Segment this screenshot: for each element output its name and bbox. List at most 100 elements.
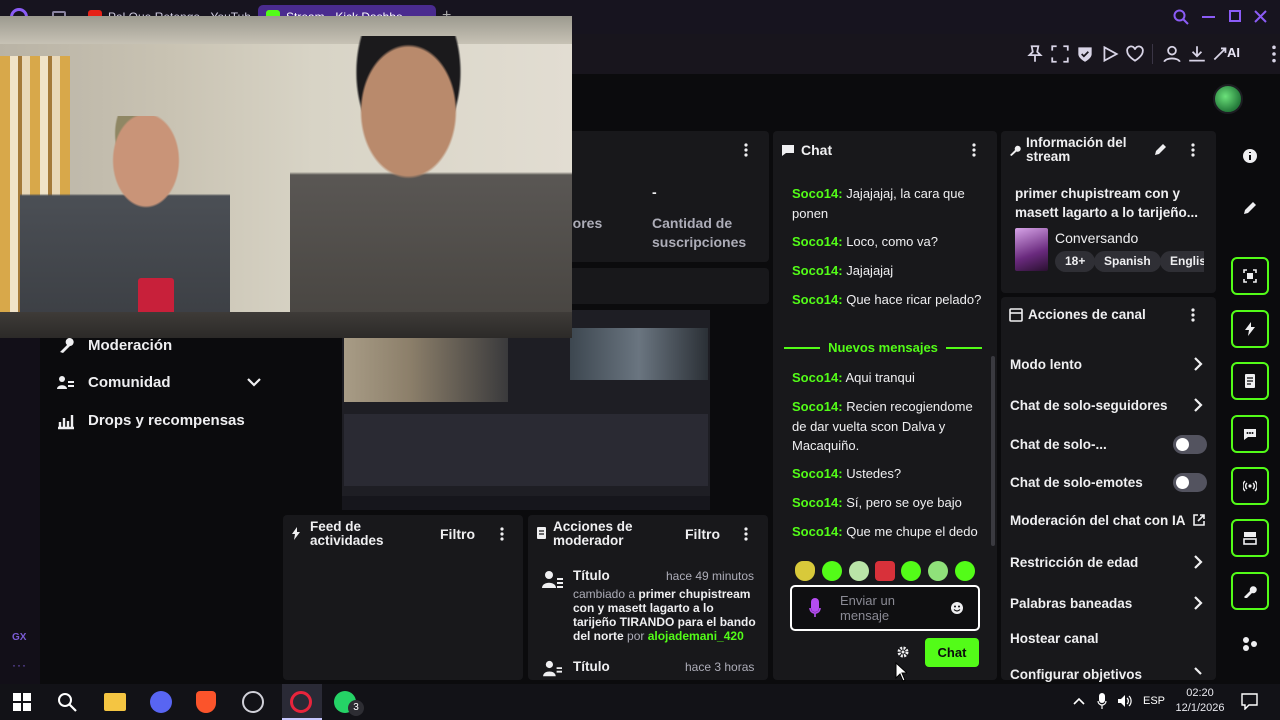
rail-button-layout[interactable] — [1231, 519, 1269, 557]
rail-button-chat[interactable] — [1231, 415, 1269, 453]
discord-icon[interactable] — [150, 691, 172, 713]
close-icon[interactable] — [1254, 10, 1267, 23]
shield-icon[interactable] — [1075, 44, 1095, 64]
chat-text: Aqui tranqui — [845, 370, 915, 385]
chat-username[interactable]: Soco14: — [792, 292, 843, 307]
rail-button-tools[interactable] — [1231, 572, 1269, 610]
edit-pencil-icon[interactable] — [1153, 143, 1167, 157]
screenshot-icon[interactable] — [1050, 44, 1070, 64]
subs-only-toggle[interactable] — [1173, 435, 1207, 454]
search-icon[interactable] — [1173, 9, 1189, 25]
pencil-icon[interactable] — [1242, 200, 1258, 216]
chat-bubble-icon — [782, 145, 794, 156]
kebab-menu-icon[interactable] — [1191, 308, 1195, 322]
emotes-only-toggle[interactable] — [1173, 473, 1207, 492]
chevron-right-icon[interactable] — [1192, 595, 1204, 611]
chat-username[interactable]: Soco14: — [792, 466, 843, 481]
tag-pill[interactable]: Spanish — [1094, 251, 1161, 272]
chat-username[interactable]: Soco14: — [792, 495, 843, 510]
language-indicator[interactable]: ESP — [1143, 695, 1165, 707]
minimize-icon[interactable] — [1202, 16, 1215, 18]
ai-label[interactable]: AI — [1227, 45, 1240, 60]
rail-button-broadcast[interactable] — [1231, 467, 1269, 505]
preview-taskbar — [342, 496, 710, 510]
chat-username[interactable]: Soco14: — [792, 524, 843, 539]
sidebar-item-comunidad[interactable]: Comunidad — [56, 374, 266, 394]
gx-label[interactable]: GX — [12, 632, 26, 643]
action-host-channel[interactable]: Hostear canal — [1010, 631, 1099, 646]
action-age-restriction[interactable]: Restricción de edad — [1010, 555, 1138, 570]
action-emotes-only[interactable]: Chat de solo-emotes — [1010, 475, 1143, 490]
avatar[interactable] — [1213, 84, 1243, 114]
action-banned-words[interactable]: Palabras baneadas — [1010, 596, 1132, 611]
sidebar-item-moderacion[interactable]: Moderación — [56, 337, 256, 357]
chat-username[interactable]: Soco14: — [792, 370, 843, 385]
file-explorer-icon[interactable] — [104, 693, 126, 711]
activity-filter-button[interactable]: Filtro — [440, 526, 475, 542]
chevron-right-icon[interactable] — [1192, 666, 1204, 676]
kebab-menu-icon[interactable] — [1191, 143, 1195, 157]
search-icon[interactable] — [57, 692, 77, 712]
emote-icon[interactable] — [928, 561, 948, 581]
chat-scrollbar[interactable] — [991, 356, 995, 546]
notification-icon[interactable] — [1241, 693, 1258, 710]
emote-icon[interactable] — [822, 561, 842, 581]
action-ai-moderation[interactable]: Moderación del chat con IA — [1010, 513, 1186, 528]
rail-button-notes[interactable] — [1231, 362, 1269, 400]
action-slow-mode[interactable]: Modo lento — [1010, 357, 1082, 372]
windows-start-icon[interactable] — [13, 693, 31, 711]
microphone-icon[interactable] — [1097, 693, 1107, 709]
more-icon[interactable]: ··· — [12, 658, 27, 672]
tag-pill[interactable]: Englis — [1160, 251, 1204, 272]
kebab-menu-icon[interactable] — [972, 143, 976, 157]
chat-username[interactable]: Soco14: — [792, 234, 843, 249]
mod-filter-button[interactable]: Filtro — [685, 526, 720, 542]
info-icon[interactable] — [1242, 148, 1258, 164]
tag-pill[interactable]: 18+ — [1055, 251, 1096, 272]
rail-button-capture[interactable] — [1231, 257, 1269, 295]
kebab-menu-icon[interactable] — [500, 527, 504, 541]
stream-category[interactable]: Conversando — [1055, 230, 1138, 246]
external-link-icon[interactable] — [1193, 514, 1205, 526]
chat-input[interactable]: Enviar un mensaje — [790, 585, 980, 631]
emote-icon[interactable] — [955, 561, 975, 581]
action-followers-only[interactable]: Chat de solo-seguidores — [1010, 398, 1168, 413]
chevron-right-icon[interactable] — [1192, 554, 1204, 570]
emote-icon[interactable] — [795, 561, 815, 581]
chat-message: Soco14: Que hace ricar pelado? — [792, 290, 984, 310]
mod-entry-body: cambiado a primer chupistream con y mase… — [573, 587, 759, 643]
restore-icon[interactable] — [1229, 10, 1241, 22]
taskbar-clock[interactable]: 02:20 12/1/2026 — [1170, 686, 1230, 716]
chat-username[interactable]: Soco14: — [792, 399, 843, 414]
chat-username[interactable]: Soco14: — [792, 186, 843, 201]
chevron-right-icon[interactable] — [1192, 356, 1204, 372]
emote-icon[interactable] — [901, 561, 921, 581]
volume-icon[interactable] — [1117, 694, 1133, 708]
sidebar-item-drops[interactable]: Drops y recompensas — [56, 412, 256, 432]
brave-icon[interactable] — [196, 691, 216, 713]
app-icon[interactable] — [242, 691, 264, 713]
play-icon[interactable] — [1100, 44, 1120, 64]
heart-icon[interactable] — [1125, 44, 1145, 64]
mod-entry-user[interactable]: alojademani_420 — [648, 629, 744, 643]
settings-gear-icon[interactable] — [896, 645, 910, 659]
account-icon[interactable] — [1162, 44, 1182, 64]
stream-preview[interactable] — [342, 310, 710, 510]
chat-send-button[interactable]: Chat — [925, 638, 979, 667]
pin-icon[interactable] — [1025, 44, 1045, 64]
kebab-menu-icon[interactable] — [744, 143, 748, 157]
action-subs-only[interactable]: Chat de solo-... — [1010, 437, 1107, 452]
emoji-icon[interactable] — [950, 601, 964, 615]
emote-icon[interactable] — [875, 561, 895, 581]
chat-username[interactable]: Soco14: — [792, 263, 843, 278]
kebab-menu-icon[interactable] — [744, 527, 748, 541]
action-set-goals[interactable]: Configurar objetivos — [1010, 667, 1142, 682]
grid-dots-icon[interactable] — [1242, 636, 1258, 652]
microphone-icon[interactable] — [809, 598, 821, 618]
emote-icon[interactable] — [849, 561, 869, 581]
rail-button-quick-actions[interactable] — [1231, 310, 1269, 348]
chevron-right-icon[interactable] — [1192, 397, 1204, 413]
more-menu-icon[interactable] — [1264, 44, 1280, 64]
download-icon[interactable] — [1187, 44, 1207, 64]
chevron-up-icon[interactable] — [1073, 697, 1085, 705]
